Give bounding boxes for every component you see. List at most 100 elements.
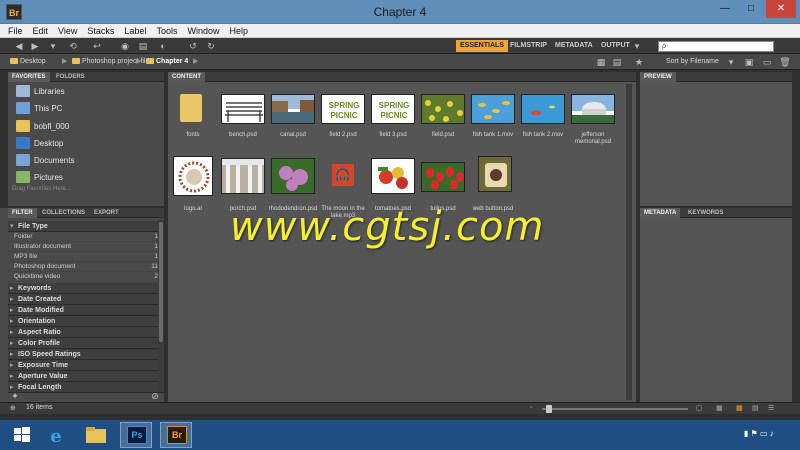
thumbnail-moon-in-the-lake[interactable]: 🎧 The moon in the lake.mp3 xyxy=(318,158,368,219)
photoshop-taskbar-icon[interactable]: Ps xyxy=(120,422,152,448)
filter-section-focal-length[interactable]: Focal Length xyxy=(8,382,164,393)
filter-section-exposure-time[interactable]: Exposure Time xyxy=(8,360,164,371)
filter-section-date-created[interactable]: Date Created xyxy=(8,294,164,305)
history-dropdown-icon[interactable]: ▾ xyxy=(46,40,60,52)
tab-keywords[interactable]: KEYWORDS xyxy=(684,208,727,218)
boomerang-icon[interactable]: ↩ xyxy=(90,40,104,52)
forward-arrow-icon[interactable]: ▶ xyxy=(28,40,42,52)
file-explorer-icon[interactable] xyxy=(80,422,112,448)
thumbnail-size-slider[interactable] xyxy=(542,405,688,413)
workspace-metadata[interactable]: METADATA xyxy=(551,40,597,52)
menu-view[interactable]: View xyxy=(53,24,82,38)
filter-section-aperture-value[interactable]: Aperture Value xyxy=(8,371,164,382)
thumbnail-field-3[interactable]: SPRING PICNIC field 3.psd xyxy=(368,94,418,138)
workspace-essentials[interactable]: ESSENTIALS xyxy=(456,40,508,52)
tab-filter[interactable]: FILTER xyxy=(8,208,37,218)
thumbnail-logo[interactable]: logo.ai xyxy=(168,156,218,212)
sort-direction-icon[interactable]: ▾ xyxy=(724,56,738,68)
rotate-ccw-icon[interactable]: ↺ xyxy=(186,40,200,52)
filter-row[interactable]: Photoshop document 11 xyxy=(8,262,164,272)
view-list-icon[interactable]: ▤ xyxy=(610,56,624,68)
breadcrumb-desktop[interactable]: Desktop xyxy=(10,54,46,70)
workspace-output[interactable]: OUTPUT xyxy=(597,40,634,52)
menu-window[interactable]: Window xyxy=(182,24,224,38)
thumbnail-tulips[interactable]: tulips.psd xyxy=(418,162,468,212)
clear-filter-icon[interactable]: ✦ xyxy=(8,390,22,402)
thumbnail-fish-tank-1[interactable]: fish tank 1.mov xyxy=(468,94,518,138)
rotate-cw-icon[interactable]: ↻ xyxy=(204,40,218,52)
menu-file[interactable]: File xyxy=(0,24,28,38)
bridge-taskbar-icon[interactable]: Br xyxy=(160,422,192,448)
menu-edit[interactable]: Edit xyxy=(28,24,54,38)
view-as-list-icon[interactable]: ☰ xyxy=(768,404,774,412)
view-as-thumbnails-icon[interactable]: ▦ xyxy=(736,404,743,412)
filter-section-orientation[interactable]: Orientation xyxy=(8,316,164,327)
menu-stacks[interactable]: Stacks xyxy=(82,24,119,38)
thumbnail-rhododendron[interactable]: rhododendron.psd xyxy=(268,158,318,212)
new-folder-icon[interactable]: ▭ xyxy=(760,56,774,68)
filter-section-aspect-ratio[interactable]: Aspect Ratio xyxy=(8,327,164,338)
favorite-this-pc[interactable]: This PC xyxy=(16,101,62,117)
filter-clear-icon[interactable]: ⊘ xyxy=(148,390,162,402)
tab-export[interactable]: EXPORT xyxy=(90,208,123,218)
breadcrumb-dropdown-icon[interactable]: ▶ xyxy=(193,54,198,70)
thumbnail-canal[interactable]: canal.psd xyxy=(268,94,318,138)
content-scrollbar[interactable] xyxy=(626,84,632,400)
close-icon[interactable]: ✕ xyxy=(766,0,796,18)
search-input[interactable]: ρ· xyxy=(658,41,774,52)
breadcrumb-chapter-4[interactable]: Chapter 4 xyxy=(146,54,188,70)
camera-import-icon[interactable]: ◉ xyxy=(118,40,132,52)
zoom-in-icon[interactable]: ▢ xyxy=(696,404,703,412)
workspace-filmstrip[interactable]: FILMSTRIP xyxy=(506,40,551,52)
sort-dropdown[interactable]: Sort by Filename xyxy=(666,54,719,70)
open-recent-icon[interactable]: ▣ xyxy=(742,56,756,68)
filter-section-date-modified[interactable]: Date Modified xyxy=(8,305,164,316)
zoom-out-icon[interactable]: ▫ xyxy=(530,404,532,411)
lock-thumbnail-grid-icon[interactable]: ▦ xyxy=(716,404,723,412)
filter-row[interactable]: MP3 file 1 xyxy=(8,252,164,262)
minimize-icon[interactable]: — xyxy=(712,0,738,18)
tab-folders[interactable]: FOLDERS xyxy=(52,72,89,82)
thumbnail-tomatoes[interactable]: tomatoes.psd xyxy=(368,158,418,212)
thumbnail-fish-tank-2[interactable]: fish tank 2.mov xyxy=(518,94,568,138)
menu-help[interactable]: Help xyxy=(224,24,253,38)
favorite-documents[interactable]: Documents xyxy=(16,153,74,169)
favorite-pictures[interactable]: Pictures xyxy=(16,170,63,186)
favorite-desktop[interactable]: Desktop xyxy=(16,136,63,152)
thumbnail-bench[interactable]: bench.psd xyxy=(218,94,268,138)
view-as-details-icon[interactable]: ▤ xyxy=(752,404,759,412)
tab-metadata[interactable]: METADATA xyxy=(640,208,681,218)
back-arrow-icon[interactable]: ◀ xyxy=(12,40,26,52)
thumbnail-field-2[interactable]: SPRING PICNIC field 2.psd xyxy=(318,94,368,138)
filter-section-iso-speed-ratings[interactable]: ISO Speed Ratings xyxy=(8,349,164,360)
thumbnail-jefferson-memorial[interactable]: jefferson memorial.psd xyxy=(568,94,618,145)
tab-preview[interactable]: PREVIEW xyxy=(640,72,676,82)
internet-explorer-icon[interactable]: e xyxy=(40,422,72,448)
filter-section-keywords[interactable]: Keywords xyxy=(8,283,164,294)
delete-icon[interactable]: 🗑 xyxy=(778,56,792,68)
thumbnail-web-button[interactable]: web button.psd xyxy=(468,156,518,212)
thumbnail-field[interactable]: field.psd xyxy=(418,94,468,138)
maximize-icon[interactable]: □ xyxy=(738,0,764,18)
windows-start-icon[interactable] xyxy=(6,422,38,448)
star-filter-icon[interactable]: ★ xyxy=(632,56,646,68)
tab-collections[interactable]: COLLECTIONS xyxy=(38,208,89,218)
system-tray-icons[interactable]: ▮ ⚑ ▭ ♪ xyxy=(744,429,774,438)
tab-content[interactable]: CONTENT xyxy=(168,72,205,82)
menu-tools[interactable]: Tools xyxy=(151,24,182,38)
thumbnail-fonts[interactable]: fonts xyxy=(168,94,218,138)
filter-row[interactable]: Quicktime video 2 xyxy=(8,272,164,282)
menu-label[interactable]: Label xyxy=(119,24,151,38)
filter-row[interactable]: Illustrator document 1 xyxy=(8,242,164,252)
filter-scrollbar[interactable] xyxy=(158,220,164,392)
reveal-recent-icon[interactable]: ⟲ xyxy=(66,40,80,52)
slider-handle[interactable] xyxy=(546,405,552,413)
favorite-bobfl-000[interactable]: bobfl_000 xyxy=(16,119,69,135)
thumbnail-porch[interactable]: porch.psd xyxy=(218,158,268,212)
refine-icon[interactable]: ▤ xyxy=(136,40,150,52)
filter-section-file-type[interactable]: File Type xyxy=(8,221,164,232)
open-in-camera-raw-icon[interactable]: ◐ xyxy=(156,40,170,52)
view-grid-icon[interactable]: ▦ xyxy=(594,56,608,68)
filter-row[interactable]: Folder 1 xyxy=(8,232,164,242)
favorite-libraries[interactable]: Libraries xyxy=(16,84,65,100)
